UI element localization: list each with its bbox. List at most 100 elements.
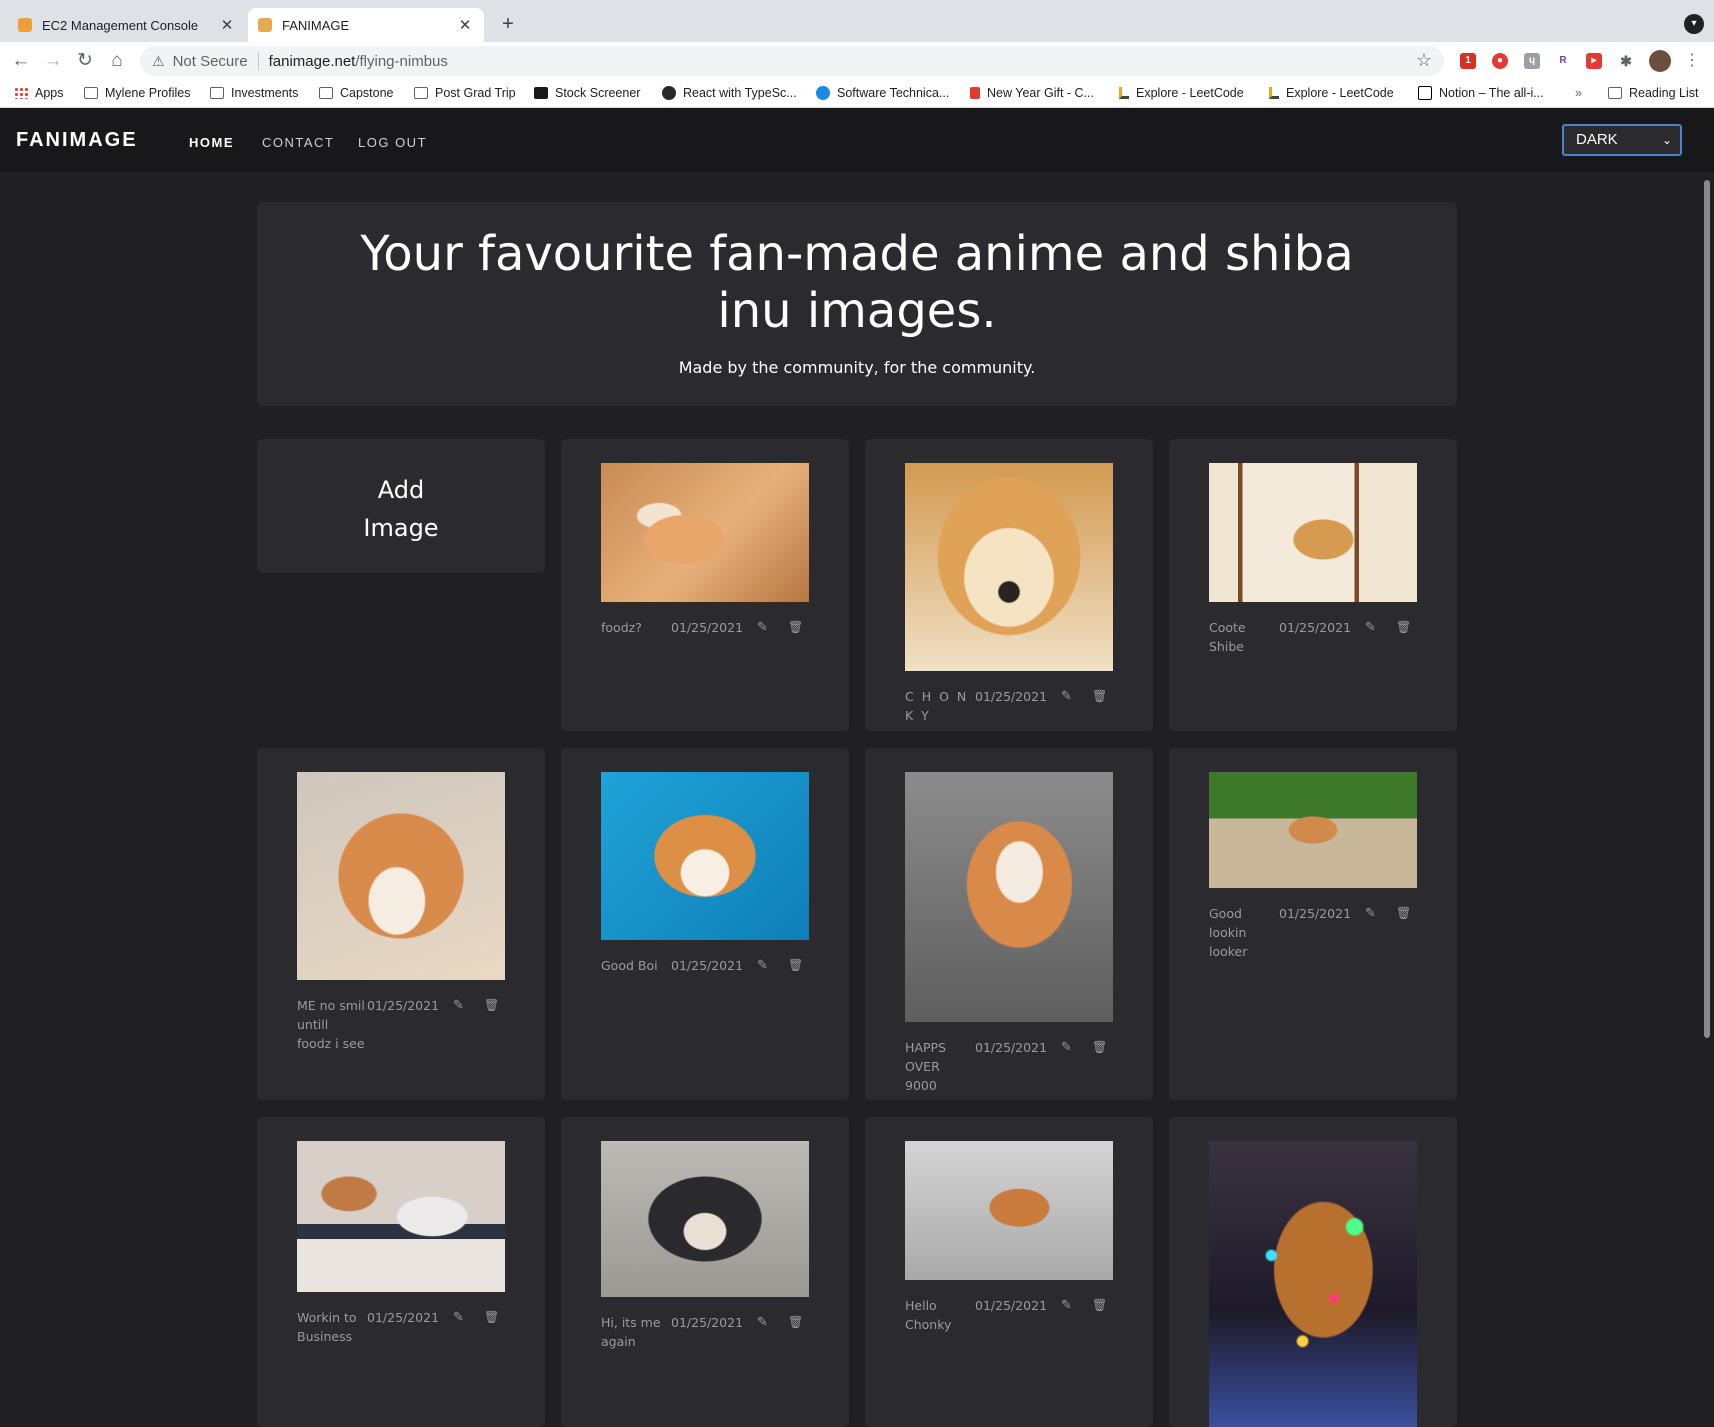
- new-tab-button[interactable]: +: [495, 12, 521, 38]
- image-card: ME no smil untill foodz i see 01/25/2021…: [257, 748, 545, 1100]
- bookmark-link[interactable]: Stock Screener: [534, 86, 640, 100]
- bookmark-link[interactable]: React with TypeSc...: [662, 86, 797, 100]
- tab-ec2[interactable]: EC2 Management Console ✕: [8, 8, 246, 42]
- image-caption: Hello Chonky: [905, 1298, 952, 1332]
- shiba-photo[interactable]: [905, 463, 1113, 671]
- trash-icon[interactable]: 🗑: [788, 618, 803, 637]
- menu-icon[interactable]: ⋮: [1684, 50, 1700, 70]
- edit-icon[interactable]: ✎: [757, 1313, 768, 1332]
- edit-icon[interactable]: ✎: [453, 996, 464, 1015]
- image-date: 01/25/2021: [975, 689, 1048, 704]
- bookmark-link[interactable]: Explore - LeetCode: [1119, 86, 1244, 100]
- edit-icon[interactable]: ✎: [1365, 904, 1376, 923]
- r-extension-icon[interactable]: R: [1555, 53, 1571, 69]
- bookmark-label: Software Technica...: [837, 86, 950, 100]
- add-label-line2: Image: [363, 514, 439, 542]
- bookmark-link[interactable]: New Year Gift - C...: [970, 86, 1094, 100]
- bookmarks-overflow[interactable]: »: [1575, 86, 1582, 100]
- add-image-card[interactable]: Add Image: [257, 439, 545, 573]
- brand-logo[interactable]: FANIMAGE: [16, 129, 138, 152]
- bookmark-label: Notion – The all-i...: [1439, 86, 1544, 100]
- folder-icon: [414, 87, 428, 99]
- theme-select[interactable]: DARK ⌄: [1562, 124, 1682, 156]
- bookmark-folder[interactable]: Mylene Profiles: [84, 86, 190, 100]
- bookmark-star-icon[interactable]: ☆: [1416, 50, 1432, 71]
- image-date: 01/25/2021: [1279, 620, 1352, 635]
- hero-subtitle: Made by the community, for the community…: [678, 358, 1036, 377]
- leetcode-icon: [1119, 87, 1129, 99]
- bookmark-apps[interactable]: Apps: [14, 86, 64, 100]
- bookmark-label: Explore - LeetCode: [1286, 86, 1394, 100]
- shiba-photo[interactable]: [905, 1141, 1113, 1280]
- edit-icon[interactable]: ✎: [1365, 618, 1376, 637]
- image-caption: Hi, its me again: [601, 1315, 661, 1349]
- shiba-photo[interactable]: [297, 772, 505, 980]
- scrollbar-thumb[interactable]: [1704, 180, 1710, 1038]
- forward-icon[interactable]: →: [40, 48, 66, 74]
- trash-icon[interactable]: 🗑: [484, 1308, 499, 1327]
- image-caption: Good Boi: [601, 958, 658, 973]
- address-bar[interactable]: ⚠ Not Secure fanimage.net /flying-nimbus…: [140, 46, 1444, 76]
- shiba-photo[interactable]: [905, 772, 1113, 1022]
- profile-avatar[interactable]: [1649, 50, 1671, 72]
- edit-icon[interactable]: ✎: [757, 956, 768, 975]
- notion-icon: [1418, 86, 1432, 100]
- reload-icon[interactable]: ↻: [72, 48, 98, 74]
- trash-icon[interactable]: 🗑: [1396, 618, 1411, 637]
- security-label: Not Secure: [172, 52, 248, 70]
- theme-select-value: DARK: [1576, 131, 1618, 148]
- url-host: fanimage.net: [268, 52, 356, 70]
- home-icon[interactable]: ⌂: [104, 48, 130, 74]
- bookmark-label: Stock Screener: [555, 86, 641, 100]
- edit-icon[interactable]: ✎: [757, 618, 768, 637]
- shiba-photo[interactable]: [601, 772, 809, 940]
- aws-favicon-icon: [18, 18, 32, 32]
- trash-icon[interactable]: 🗑: [484, 996, 499, 1015]
- shiba-photo[interactable]: [1209, 463, 1417, 602]
- trash-icon[interactable]: 🗑: [1092, 1038, 1107, 1057]
- bookmark-folder[interactable]: Investments: [210, 86, 298, 100]
- close-tab-icon[interactable]: ✕: [456, 16, 474, 34]
- nav-logout[interactable]: LOG OUT: [358, 135, 427, 150]
- trash-icon[interactable]: 🗑: [788, 1313, 803, 1332]
- bookmark-label: Mylene Profiles: [105, 86, 191, 100]
- image-date: 01/25/2021: [1279, 906, 1352, 921]
- close-tab-icon[interactable]: ✕: [218, 16, 236, 34]
- trash-icon[interactable]: 🗑: [1396, 904, 1411, 923]
- reading-list[interactable]: Reading List: [1608, 86, 1699, 100]
- tab-fanimage[interactable]: FANIMAGE ✕: [248, 8, 484, 42]
- app-navbar: FANIMAGE HOME CONTACT LOG OUT DARK ⌄: [0, 108, 1714, 172]
- folder-icon: [84, 87, 98, 99]
- image-caption: Workin to Business: [297, 1310, 357, 1344]
- adblock-extension-icon[interactable]: ●: [1492, 53, 1508, 69]
- edit-icon[interactable]: ✎: [453, 1308, 464, 1327]
- calendar-extension-icon[interactable]: 1: [1460, 53, 1476, 69]
- nav-contact[interactable]: CONTACT: [262, 135, 334, 150]
- image-card: Good lookin looker 01/25/2021 ✎ 🗑: [1169, 748, 1457, 1100]
- shiba-photo[interactable]: [1209, 772, 1417, 888]
- chevron-down-icon: ⌄: [1661, 133, 1672, 147]
- shiba-photo[interactable]: [601, 1141, 809, 1297]
- bookmark-link[interactable]: Notion – The all-i...: [1418, 86, 1544, 100]
- shiba-photo[interactable]: [601, 463, 809, 602]
- shiba-photo[interactable]: [1209, 1141, 1417, 1427]
- extension-icon[interactable]: ɥ: [1524, 53, 1540, 69]
- edit-icon[interactable]: ✎: [1061, 1038, 1072, 1057]
- tab-search-icon[interactable]: ▾: [1684, 14, 1704, 34]
- shiba-photo[interactable]: [297, 1141, 505, 1292]
- edit-icon[interactable]: ✎: [1061, 1296, 1072, 1315]
- trash-icon[interactable]: 🗑: [1092, 687, 1107, 706]
- bookmark-label: Capstone: [340, 86, 394, 100]
- edit-icon[interactable]: ✎: [1061, 687, 1072, 706]
- trash-icon[interactable]: 🗑: [1092, 1296, 1107, 1315]
- trash-icon[interactable]: 🗑: [788, 956, 803, 975]
- back-icon[interactable]: ←: [8, 48, 34, 74]
- video-extension-icon[interactable]: ▸: [1586, 53, 1602, 69]
- bookmark-folder[interactable]: Capstone: [319, 86, 394, 100]
- bookmark-folder[interactable]: Post Grad Trip: [414, 86, 516, 100]
- nav-home[interactable]: HOME: [189, 135, 234, 150]
- puzzle-icon[interactable]: ✱: [1618, 53, 1634, 69]
- red-bookmark-icon: [970, 87, 980, 99]
- bookmark-link[interactable]: Software Technica...: [816, 86, 949, 100]
- bookmark-link[interactable]: Explore - LeetCode: [1269, 86, 1394, 100]
